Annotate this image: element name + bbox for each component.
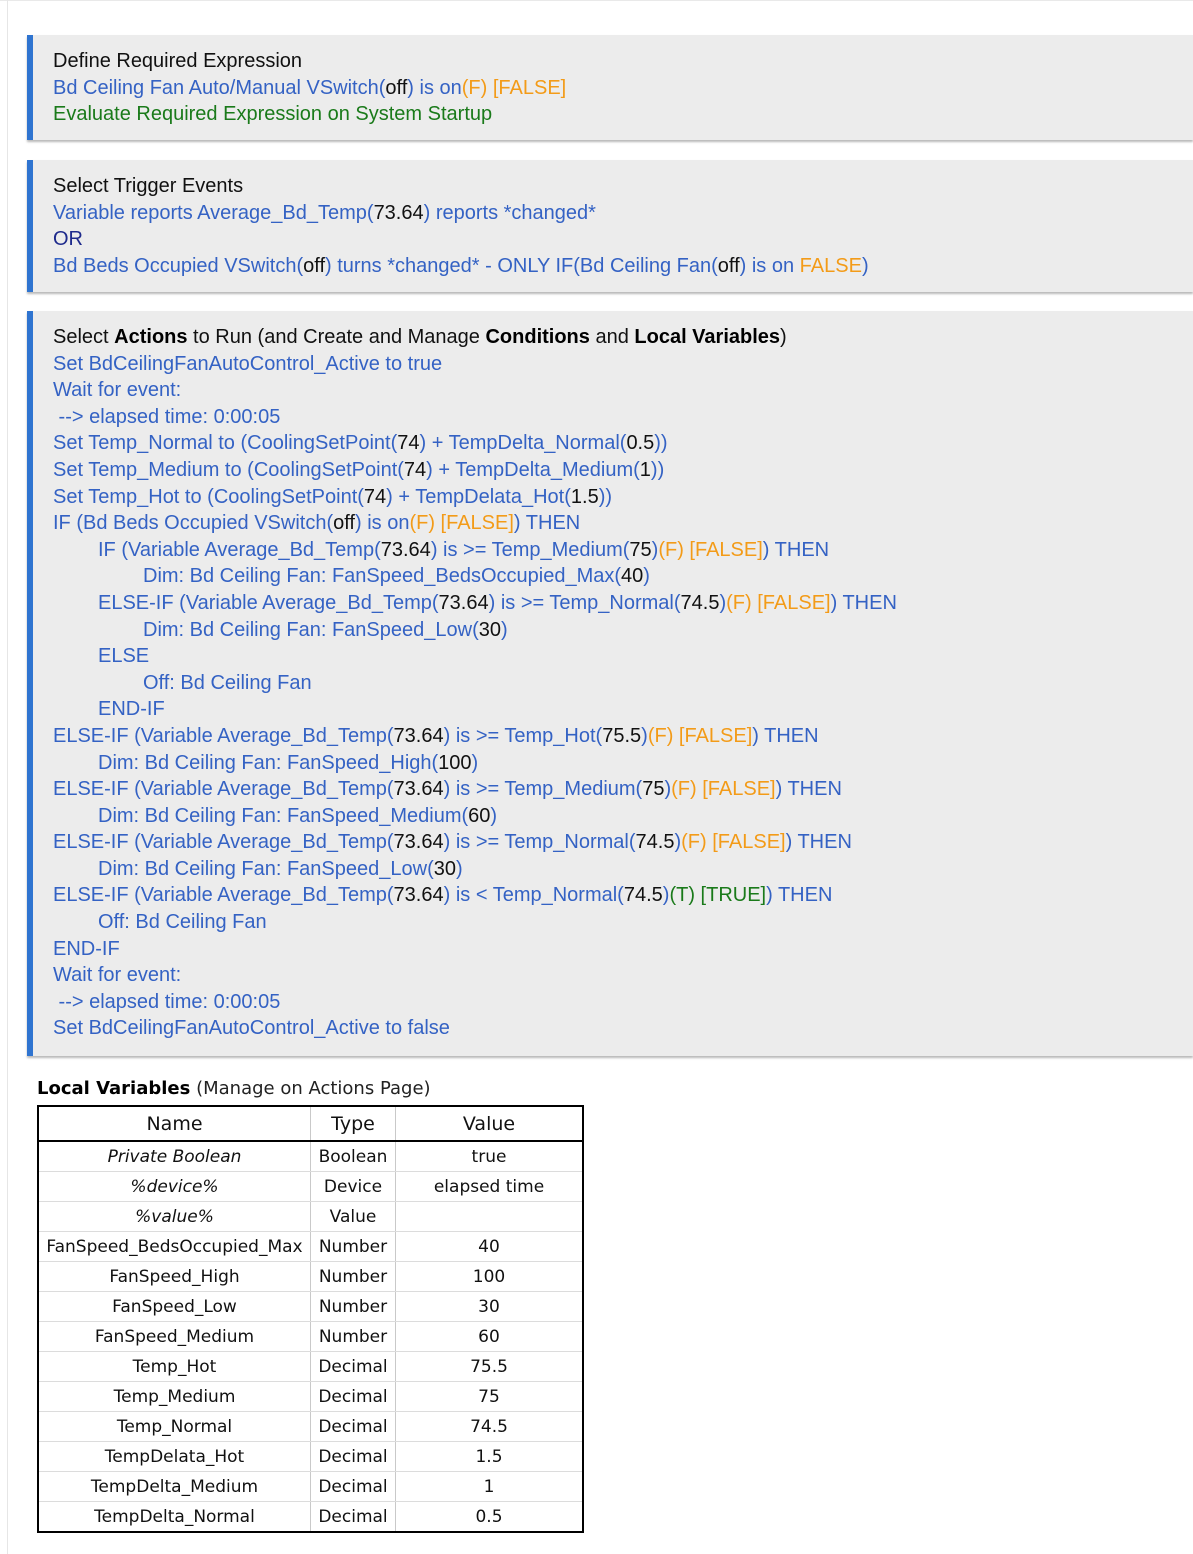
variable-type: Decimal <box>310 1501 396 1532</box>
action-line: Set Temp_Medium to (CoolingSetPoint(74) … <box>53 458 665 481</box>
action-line: IF (Bd Beds Occupied VSwitch(off) is on(… <box>53 512 581 535</box>
variable-value <box>395 1201 583 1232</box>
variable-value: 40 <box>395 1231 583 1262</box>
variable-type: Device <box>310 1171 396 1202</box>
table-row: FanSpeed_Medium Number 60 <box>38 1321 583 1352</box>
variable-value: 1.5 <box>395 1441 583 1472</box>
variable-name: TempDelata_Hot <box>38 1441 311 1472</box>
local-variables-heading: Local Variables (Manage on Actions Page) <box>37 1078 431 1099</box>
table-header-row: Name Type Value <box>38 1106 583 1142</box>
action-line: Dim: Bd Ceiling Fan: FanSpeed_BedsOccupi… <box>143 565 650 588</box>
action-line: Wait for event: <box>53 379 182 402</box>
variable-name: TempDelta_Medium <box>38 1471 311 1502</box>
variable-value: 60 <box>395 1321 583 1352</box>
variable-name: TempDelta_Normal <box>38 1501 311 1532</box>
action-line: END-IF <box>53 937 120 960</box>
action-line: Set Temp_Hot to (CoolingSetPoint(74) + T… <box>53 485 613 508</box>
variable-type: Decimal <box>310 1351 396 1382</box>
trigger-event-2: Bd Beds Occupied VSwitch(off) turns *cha… <box>53 254 869 277</box>
actions-title: Select Actions to Run (and Create and Ma… <box>53 326 787 348</box>
action-line: --> elapsed time: 0:00:05 <box>53 405 281 428</box>
action-line: Dim: Bd Ceiling Fan: FanSpeed_Medium(60) <box>98 804 498 827</box>
table-row: FanSpeed_Low Number 30 <box>38 1291 583 1322</box>
table-row: Temp_Medium Decimal 75 <box>38 1381 583 1412</box>
actions-panel[interactable]: Select Actions to Run (and Create and Ma… <box>27 311 1193 1056</box>
action-line: IF (Variable Average_Bd_Temp(73.64) is >… <box>98 538 830 561</box>
variable-value: 75.5 <box>395 1351 583 1382</box>
table-row: %device% Device elapsed time <box>38 1171 583 1202</box>
action-line: END-IF <box>98 698 165 721</box>
trigger-event-1: Variable reports Average_Bd_Temp(73.64) … <box>53 201 596 224</box>
action-line: Off: Bd Ceiling Fan <box>98 911 267 934</box>
action-line: Set BdCeilingFanAutoControl_Active to fa… <box>53 1017 450 1040</box>
variable-value: 0.5 <box>475 1506 503 1527</box>
table-row: TempDelta_Normal Decimal 0.5 <box>38 1501 583 1532</box>
action-line: Set BdCeilingFanAutoControl_Active to tr… <box>53 352 443 375</box>
variable-type: Decimal <box>310 1441 396 1472</box>
table-row: FanSpeed_High Number 100 <box>38 1261 583 1292</box>
table-row: TempDelta_Medium Decimal 1 <box>38 1471 583 1502</box>
variable-value: 74.5 <box>395 1411 583 1442</box>
variable-name: Temp_Medium <box>38 1381 311 1412</box>
action-line: ELSE <box>98 645 150 668</box>
variable-name: %value% <box>38 1201 311 1232</box>
table-row: FanSpeed_BedsOccupied_Max Number 40 <box>38 1231 583 1262</box>
trigger-or-text: OR <box>53 228 83 251</box>
variable-name: FanSpeed_Medium <box>38 1321 311 1352</box>
variable-name: Private Boolean <box>38 1141 311 1172</box>
trigger-events-title: Select Trigger Events <box>53 175 244 197</box>
left-divider <box>7 0 8 1554</box>
variable-name: Temp_Normal <box>38 1411 311 1442</box>
action-line: ELSE-IF (Variable Average_Bd_Temp(73.64)… <box>53 831 852 854</box>
column-header-name: Name <box>38 1106 311 1142</box>
evaluate-on-startup-text: Evaluate Required Expression on System S… <box>53 103 493 126</box>
variable-type: Boolean <box>310 1141 396 1172</box>
variable-type: Decimal <box>310 1411 396 1442</box>
variable-type: Number <box>310 1291 396 1322</box>
action-line: Dim: Bd Ceiling Fan: FanSpeed_High(100) <box>98 751 479 774</box>
variable-name: Temp_Hot <box>38 1351 311 1382</box>
variable-name: FanSpeed_BedsOccupied_Max <box>38 1231 311 1262</box>
table-row: Private Boolean Boolean true <box>38 1141 583 1172</box>
variable-type: Number <box>310 1231 396 1262</box>
table-row: Temp_Hot Decimal 75.5 <box>38 1351 583 1382</box>
trigger-events-panel[interactable]: Select Trigger Events Variable reports A… <box>27 160 1193 292</box>
variable-type: Decimal <box>310 1381 396 1412</box>
table-row: %value% Value <box>38 1201 583 1232</box>
required-expression-panel[interactable]: Define Required Expression Bd Ceiling Fa… <box>27 35 1193 140</box>
column-header-value: Value <box>395 1106 583 1142</box>
top-divider <box>0 0 1193 1</box>
action-line: ELSE-IF (Variable Average_Bd_Temp(73.64)… <box>53 778 842 801</box>
action-line: ELSE-IF (Variable Average_Bd_Temp(73.64)… <box>53 724 819 747</box>
action-line: ELSE-IF (Variable Average_Bd_Temp(73.64)… <box>98 591 897 614</box>
action-line: Dim: Bd Ceiling Fan: FanSpeed_Low(30) <box>143 618 508 641</box>
action-line: Set Temp_Normal to (CoolingSetPoint(74) … <box>53 432 668 455</box>
action-line: --> elapsed time: 0:00:05 <box>53 990 281 1013</box>
variable-name: %device% <box>38 1171 311 1202</box>
variable-value: 75 <box>395 1381 583 1412</box>
action-line: Off: Bd Ceiling Fan <box>143 671 312 694</box>
variable-name: FanSpeed_High <box>38 1261 311 1292</box>
required-expression-title: Define Required Expression <box>53 50 303 72</box>
variable-value: elapsed time <box>395 1171 583 1202</box>
column-header-type: Type <box>310 1106 396 1142</box>
variable-type: Number <box>310 1261 396 1292</box>
local-variables-table: Name Type Value Private Boolean Boolean tr… <box>37 1105 584 1533</box>
variable-name: FanSpeed_Low <box>38 1291 311 1322</box>
action-line: Dim: Bd Ceiling Fan: FanSpeed_Low(30) <box>98 857 463 880</box>
variable-value: true <box>395 1141 583 1172</box>
variable-value: 100 <box>395 1261 583 1292</box>
required-expression-line: Bd Ceiling Fan Auto/Manual VSwitch(off) … <box>53 76 567 99</box>
table-row: Temp_Normal Decimal 74.5 <box>38 1411 583 1442</box>
action-line: ELSE-IF (Variable Average_Bd_Temp(73.64)… <box>53 884 833 907</box>
variable-type: Number <box>310 1321 396 1352</box>
variable-type: Decimal <box>310 1471 396 1502</box>
variable-value: 30 <box>395 1291 583 1322</box>
variable-type: Value <box>310 1201 396 1232</box>
variable-value: 1 <box>395 1471 583 1502</box>
table-row: TempDelata_Hot Decimal 1.5 <box>38 1441 583 1472</box>
action-line: Wait for event: <box>53 964 182 987</box>
